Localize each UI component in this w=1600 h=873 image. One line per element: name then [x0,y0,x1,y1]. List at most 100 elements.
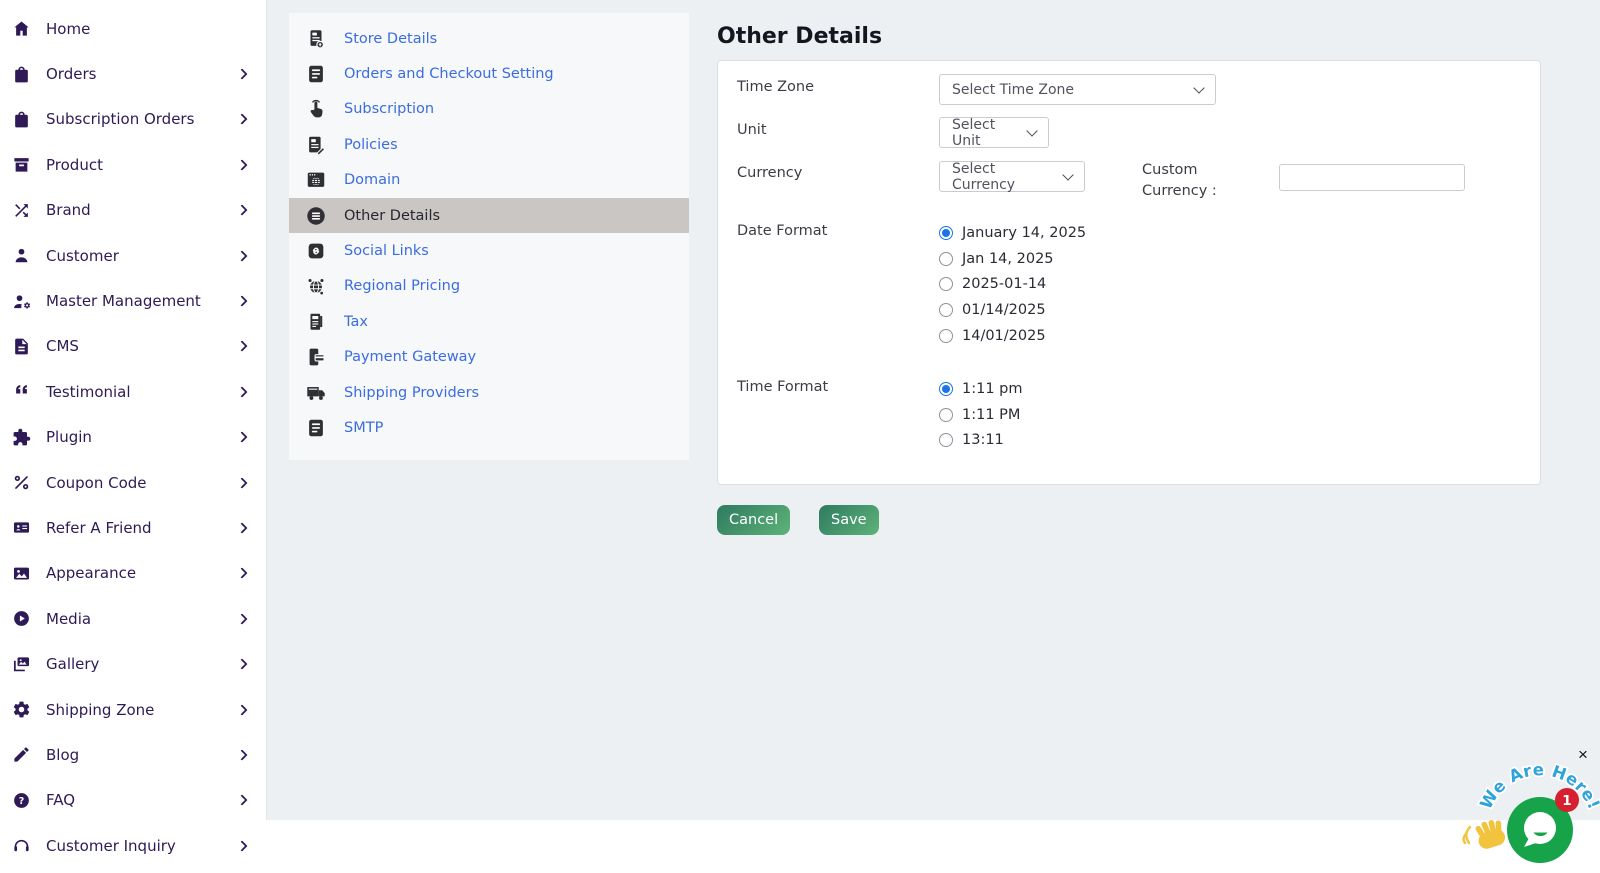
currency-label: Currency [737,165,802,181]
sidebar-item-customer[interactable]: Customer [0,233,266,278]
sidebar-item-media[interactable]: Media [0,596,266,641]
circle-list-icon [305,205,327,227]
submenu-item-shipping-providers[interactable]: Shipping Providers [289,375,689,410]
archive-box-icon [12,155,31,174]
submenu-item-domain[interactable]: Domain [289,163,689,198]
submenu-item-payment-gateway[interactable]: Payment Gateway [289,340,689,375]
submenu-label: Social Links [344,243,429,259]
submenu-label: Tax [344,314,368,330]
radio-date-format-1[interactable]: January 14, 2025 [939,220,1086,246]
sidebar-item-brand[interactable]: Brand [0,188,266,233]
sidebar-item-label: Product [46,156,103,174]
submenu-item-store-details[interactable]: Store Details [289,21,689,56]
receipt-icon [305,311,327,333]
sidebar-item-gallery[interactable]: Gallery [0,641,266,686]
custom-currency-input[interactable] [1279,164,1465,191]
sidebar-item-label: Home [46,20,90,38]
submenu-label: Regional Pricing [344,278,460,294]
cancel-button[interactable]: Cancel [717,505,790,535]
select-value: Select Currency [952,161,1054,193]
date-format-options: January 14, 2025 Jan 14, 2025 2025-01-14… [939,220,1086,349]
time-zone-select[interactable]: Select Time Zone [939,74,1216,105]
submenu-label: Policies [344,137,398,153]
sidebar-item-faq[interactable]: FAQ [0,778,266,823]
submenu-item-other-details[interactable]: Other Details [289,198,689,233]
chevron-down-icon [1062,169,1073,180]
sidebar-item-cms[interactable]: CMS [0,324,266,369]
sidebar-item-label: Customer [46,247,119,265]
radio-label: January 14, 2025 [962,225,1086,241]
custom-currency-label: Custom Currency : [1142,160,1234,202]
sidebar-item-home[interactable]: Home [0,6,266,51]
currency-select[interactable]: Select Currency [939,161,1085,192]
radio-icon [939,252,953,266]
radio-date-format-5[interactable]: 14/01/2025 [939,323,1086,349]
sidebar-item-coupon-code[interactable]: Coupon Code [0,460,266,505]
chevron-right-icon [236,386,247,397]
radio-icon [939,433,953,447]
app-screen: Store Details Orders and Checkout Settin… [0,0,1600,873]
save-button[interactable]: Save [819,505,879,535]
person-icon [12,246,31,265]
radio-icon [939,277,953,291]
radio-label: 01/14/2025 [962,302,1046,318]
sidebar-item-label: Blog [46,746,79,764]
time-zone-label: Time Zone [737,79,814,95]
image-icon [12,564,31,583]
sidebar-item-label: Coupon Code [46,474,147,492]
sidebar-item-product[interactable]: Product [0,142,266,187]
radio-date-format-3[interactable]: 2025-01-14 [939,272,1086,298]
main-sidebar: Home Orders Subscription Orders Product … [0,0,266,873]
unit-select[interactable]: Select Unit [939,117,1049,148]
submenu-label: SMTP [344,420,383,436]
date-format-label: Date Format [737,223,827,239]
chevron-down-icon [1193,82,1204,93]
chevron-right-icon [236,295,247,306]
submenu-item-smtp[interactable]: SMTP [289,410,689,445]
radio-label: Jan 14, 2025 [962,251,1054,267]
shopping-bag-icon [12,65,31,84]
submenu-label: Shipping Providers [344,385,479,401]
submenu-item-orders-and-checkout-setting[interactable]: Orders and Checkout Setting [289,56,689,91]
sidebar-item-shipping-zone[interactable]: Shipping Zone [0,687,266,732]
sidebar-item-subscription-orders[interactable]: Subscription Orders [0,97,266,142]
radio-time-format-1[interactable]: 1:11 pm [939,376,1023,402]
time-format-label: Time Format [737,379,828,395]
sidebar-item-testimonial[interactable]: Testimonial [0,369,266,414]
submenu-label: Other Details [344,208,440,224]
gear-icon [12,700,31,719]
submenu-item-social-links[interactable]: Social Links [289,233,689,268]
id-card-icon [12,518,31,537]
sidebar-item-refer-a-friend[interactable]: Refer A Friend [0,505,266,550]
sidebar-item-label: Customer Inquiry [46,837,176,855]
radio-icon [939,226,953,240]
radio-time-format-3[interactable]: 13:11 [939,428,1023,454]
sidebar-item-appearance[interactable]: Appearance [0,551,266,596]
radio-date-format-4[interactable]: 01/14/2025 [939,297,1086,323]
puzzle-icon [12,428,31,447]
time-format-options: 1:11 pm 1:11 PM 13:11 [939,376,1023,453]
chevron-right-icon [236,704,247,715]
radio-date-format-2[interactable]: Jan 14, 2025 [939,246,1086,272]
unit-label: Unit [737,122,767,138]
list-document-icon [305,417,327,439]
radio-time-format-2[interactable]: 1:11 PM [939,402,1023,428]
link-icon [305,240,327,262]
chat-close-icon[interactable]: × [1572,744,1594,766]
chevron-right-icon [236,795,247,806]
tap-hand-icon [305,98,327,120]
submenu-label: Store Details [344,31,437,47]
submenu-item-regional-pricing[interactable]: Regional Pricing [289,269,689,304]
shopping-bag-icon [12,110,31,129]
sidebar-item-label: Media [46,610,91,628]
sidebar-item-customer-inquiry[interactable]: Customer Inquiry [0,823,266,868]
sidebar-item-orders[interactable]: Orders [0,51,266,96]
sidebar-item-blog[interactable]: Blog [0,732,266,777]
submenu-item-tax[interactable]: Tax [289,304,689,339]
submenu-item-subscription[interactable]: Subscription [289,92,689,127]
sidebar-item-label: Shipping Zone [46,701,154,719]
submenu-item-policies[interactable]: Policies [289,127,689,162]
sidebar-item-master-management[interactable]: Master Management [0,278,266,323]
sidebar-item-plugin[interactable]: Plugin [0,415,266,460]
sidebar-item-label: Refer A Friend [46,519,152,537]
